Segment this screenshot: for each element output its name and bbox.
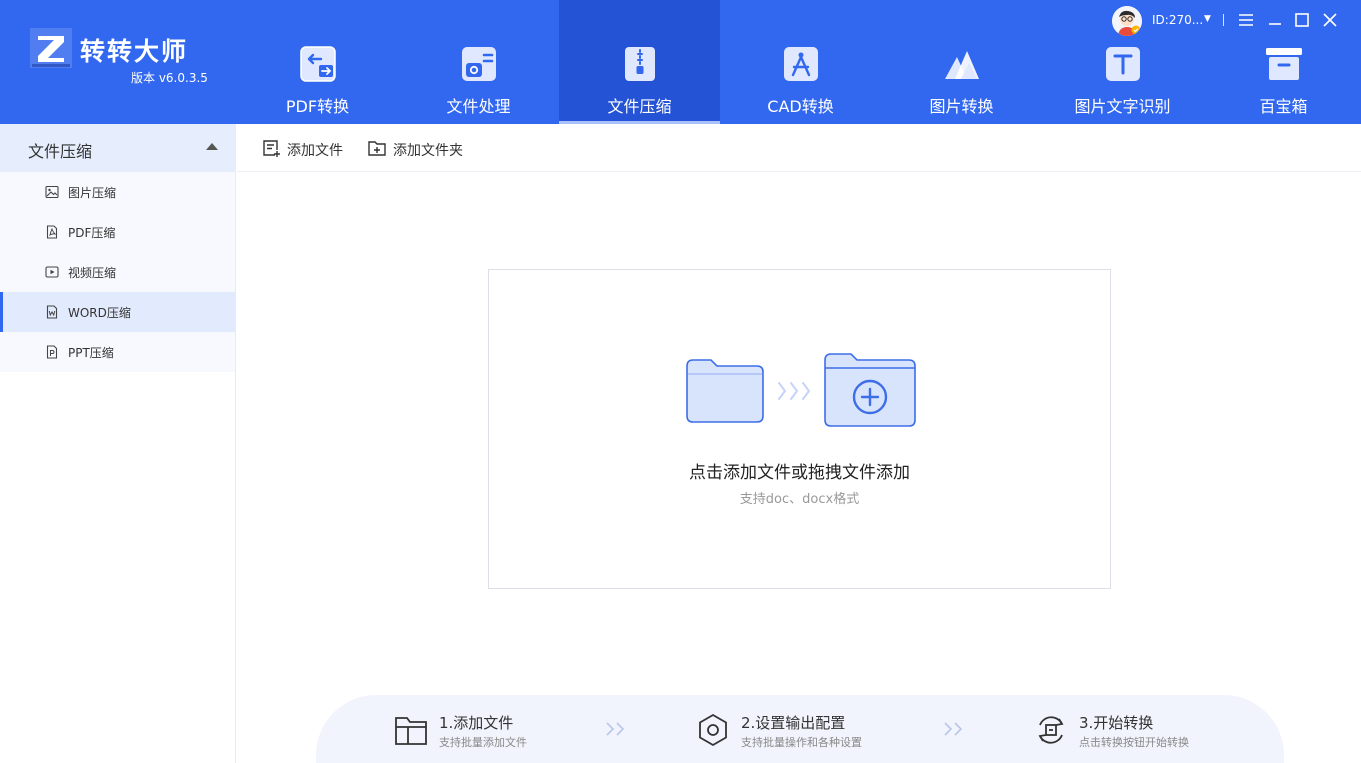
drop-folder-illustration-icon [686,353,916,427]
header-divider [1223,14,1224,26]
user-avatar-icon [1112,6,1142,36]
maximize-icon[interactable] [1292,10,1312,30]
steps-guide: 1.添加文件 支持批量添加文件 2.设置输出配置 支持批量操作和各种设置 3.开… [316,695,1284,763]
sidebar: 文件压缩 图片压缩 PDF压缩 视频压缩 WORD压缩 PPT压缩 [0,124,236,763]
video-icon [45,266,59,278]
add-file-label: 添加文件 [287,143,343,159]
step-title: 1.添加文件 [439,714,514,732]
nav-tab-file-compress[interactable]: 文件压缩 [559,0,720,124]
add-folder-button[interactable]: 添加文件夹 [367,137,473,159]
app-logo-icon [30,28,72,68]
sidebar-list: 图片压缩 PDF压缩 视频压缩 WORD压缩 PPT压缩 [0,172,235,372]
nav-tab-pdf-convert[interactable]: PDF转换 [237,0,398,124]
sidebar-item-label: PDF压缩 [68,226,116,240]
app-version: 版本 v6.0.3.5 [131,71,208,85]
pdf-convert-icon [300,46,336,82]
file-process-icon [462,47,496,81]
step-title: 2.设置输出配置 [741,714,846,732]
convert-icon [1038,716,1064,744]
step-description: 点击转换按钮开始转换 [1079,736,1189,749]
file-compress-icon [625,47,655,81]
nav-tab-label: 百宝箱 [1259,97,1308,116]
nav-tab-label: 图片转换 [929,97,994,116]
avatar[interactable] [1112,6,1142,36]
minimize-icon[interactable] [1265,10,1285,30]
nav-tab-label: 文件处理 [446,97,511,116]
user-id: ID:270... [1152,13,1204,27]
step-title: 3.开始转换 [1079,714,1154,732]
chevron-down-icon[interactable]: ▼ [1204,14,1211,24]
step-description: 支持批量操作和各种设置 [741,736,862,749]
image-convert-icon [945,51,979,79]
sidebar-item-label: WORD压缩 [68,306,131,320]
ppt-file-icon [46,345,58,359]
chevron-up-icon[interactable] [206,143,218,150]
sidebar-group-file-compress[interactable]: 文件压缩 [0,124,235,172]
toolbar: 添加文件 添加文件夹 [237,124,1361,172]
add-folder-label: 添加文件夹 [393,143,463,159]
add-file-button[interactable]: 添加文件 [261,137,351,159]
step-add-file: 1.添加文件 支持批量添加文件 [394,695,594,763]
step-output-config: 2.设置输出配置 支持批量操作和各种设置 [696,695,936,763]
sidebar-item-label: PPT压缩 [68,346,114,360]
settings-icon [699,713,727,747]
file-drop-zone[interactable]: 点击添加文件或拖拽文件添加 支持doc、docx格式 [488,269,1111,589]
nav-tab-cad-convert[interactable]: CAD转换 [720,0,881,124]
cad-convert-icon [784,47,818,81]
close-icon[interactable] [1320,10,1340,30]
sidebar-group-title: 文件压缩 [28,142,93,161]
add-file-icon [263,140,280,157]
sidebar-item-label: 视频压缩 [68,266,117,280]
double-chevron-right-icon [606,722,625,736]
step-description: 支持批量添加文件 [439,736,527,749]
pdf-file-icon [46,225,58,239]
double-chevron-right-icon [944,722,963,736]
sidebar-item-image-compress[interactable]: 图片压缩 [0,172,235,212]
step-start-convert: 3.开始转换 点击转换按钮开始转换 [1034,695,1234,763]
nav-tab-file-process[interactable]: 文件处理 [398,0,559,124]
image-icon [45,185,59,199]
menu-icon[interactable] [1236,10,1256,30]
ocr-icon [1106,47,1140,81]
app-brand: 转转大师 [80,37,189,66]
sidebar-item-video-compress[interactable]: 视频压缩 [0,252,235,292]
sidebar-item-label: 图片压缩 [68,186,117,200]
add-folder-icon [368,141,386,156]
sidebar-item-ppt-compress[interactable]: PPT压缩 [0,332,235,372]
nav-tab-label: CAD转换 [767,97,834,116]
top-header: 转转大师 版本 v6.0.3.5 PDF转换 文件处理 文件压缩 CAD转换 图… [0,0,1361,124]
word-file-icon [46,305,58,319]
nav-tab-label: 文件压缩 [607,97,672,116]
nav-tab-label: PDF转换 [285,97,350,116]
sidebar-item-word-compress[interactable]: WORD压缩 [0,292,235,332]
sidebar-item-pdf-compress[interactable]: PDF压缩 [0,212,235,252]
nav-tab-image-convert[interactable]: 图片转换 [881,0,1042,124]
folder-icon [395,717,427,745]
drop-zone-main-text: 点击添加文件或拖拽文件添加 [689,463,910,483]
nav-tab-label: 图片文字识别 [1074,97,1171,116]
drop-zone-supported-formats: 支持doc、docx格式 [739,492,860,507]
toolbox-icon [1266,48,1302,80]
